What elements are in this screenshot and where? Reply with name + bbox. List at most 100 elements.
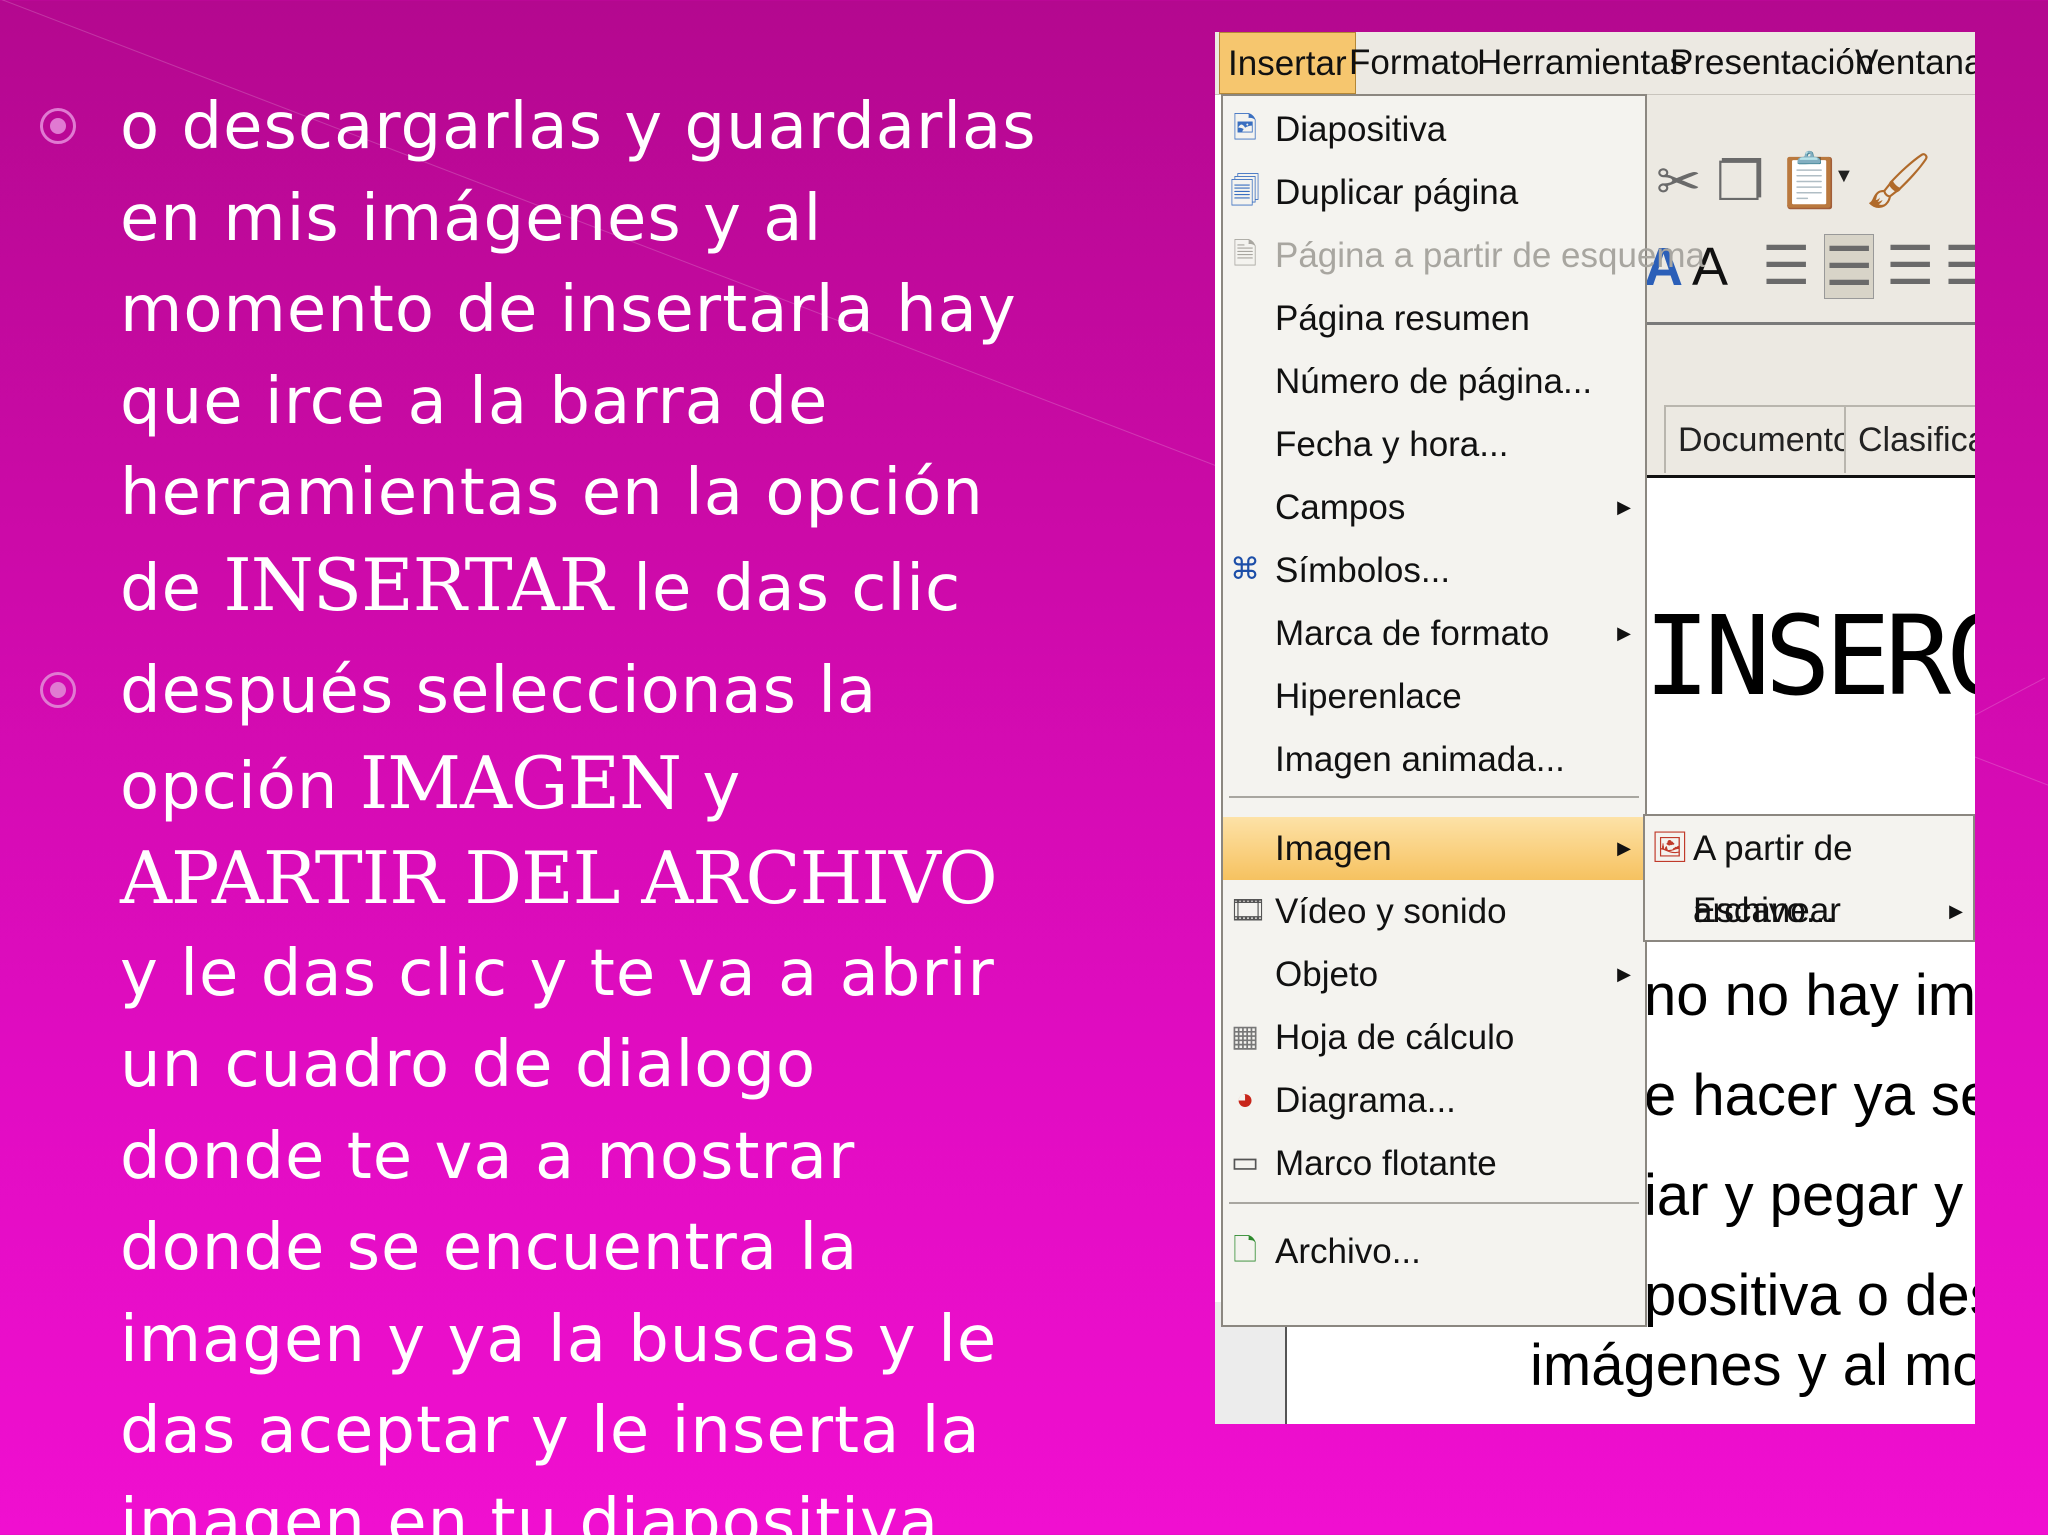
menu-item-label: Archivo... bbox=[1275, 1232, 1421, 1271]
bullet-icon bbox=[40, 672, 76, 708]
menu-separator bbox=[1229, 1202, 1639, 1204]
menu-item-label: Marco flotante bbox=[1275, 1144, 1497, 1183]
align-left-icon[interactable]: ☰ bbox=[1762, 234, 1810, 297]
menu-item-label: Página resumen bbox=[1275, 299, 1530, 338]
justify-icon[interactable]: ☰ bbox=[1944, 234, 1975, 297]
menu-item-label: Campos bbox=[1275, 488, 1406, 527]
bullet-paragraph: o descargarlas y guardarlas en mis imágen… bbox=[120, 82, 1120, 635]
brush-icon[interactable]: 🖌 bbox=[1864, 150, 1933, 213]
bullet-line: das aceptar y le inserta la bbox=[120, 1394, 981, 1468]
emphasized-keyword: IMAGEN bbox=[359, 740, 682, 825]
bullet-line: donde se encuentra la bbox=[120, 1211, 859, 1285]
bullet-line: un cuadro de dialogo bbox=[120, 1028, 817, 1102]
frame-icon: ▭ bbox=[1230, 1146, 1260, 1179]
document-text-line: iar y pegar y as bbox=[1644, 1163, 1975, 1228]
bullet-line: después seleccionas la bbox=[120, 654, 878, 728]
menu-item-marco-flotante[interactable]: ▭ Marco flotante bbox=[1223, 1132, 1645, 1195]
document-text-line: imágenes y al mome bbox=[1530, 1333, 1975, 1398]
bullet-line-text: y bbox=[681, 749, 742, 824]
document-text-line: no no hay imáge bbox=[1644, 963, 1975, 1028]
menu-item-label: Marca de formato bbox=[1275, 614, 1550, 653]
submenu-arrow-icon: ▶ bbox=[1617, 623, 1631, 643]
menu-item-imagen-animada[interactable]: Imagen animada... bbox=[1223, 728, 1645, 791]
menu-item-número-de-página[interactable]: Número de página... bbox=[1223, 350, 1645, 413]
menu-bar: Insertar Formato Herramientas Presentaci… bbox=[1215, 32, 1975, 95]
submenu-item-from-file[interactable]: 🖼 A partir de archivo... bbox=[1645, 818, 1973, 930]
menu-item-símbolos[interactable]: ⌘ Símbolos... bbox=[1223, 539, 1645, 602]
menu-item-archivo[interactable]: 🗋 Archivo... bbox=[1223, 1220, 1645, 1283]
emphasized-keyword: APARTIR DEL ARCHIVO bbox=[120, 836, 998, 920]
menu-item-objeto[interactable]: Objeto ▶ bbox=[1223, 943, 1645, 1006]
slide-icon: 🖻 bbox=[1232, 112, 1258, 145]
menu-herramientas[interactable]: Herramientas bbox=[1477, 32, 1687, 94]
menu-item-label: Número de página... bbox=[1275, 362, 1593, 401]
menu-item-diagrama[interactable]: ◕ Diagrama... bbox=[1223, 1069, 1645, 1132]
bullet-line: herramientas en la opción bbox=[120, 456, 984, 530]
cut-icon[interactable]: ✂ bbox=[1656, 150, 1701, 213]
chart-icon: ◕ bbox=[1235, 1083, 1255, 1116]
menu-item-label: Imagen animada... bbox=[1275, 740, 1565, 779]
submenu-item-label: A partir de archivo... bbox=[1693, 829, 1853, 930]
document-text-line: positiva o desca bbox=[1644, 1263, 1975, 1328]
menu-item-hiperenlace[interactable]: Hiperenlace bbox=[1223, 665, 1645, 728]
menu-item-página-resumen[interactable]: Página resumen bbox=[1223, 287, 1645, 350]
menu-item-label: Duplicar página bbox=[1275, 173, 1519, 212]
menu-separator bbox=[1229, 796, 1639, 798]
bullet-line-text: le das clic bbox=[611, 551, 962, 626]
menu-item-label: Hoja de cálculo bbox=[1275, 1018, 1515, 1057]
menu-item-label: Diapositiva bbox=[1275, 110, 1447, 149]
menu-item-label: Fecha y hora... bbox=[1275, 425, 1509, 464]
menu-item-hoja-de-cálculo[interactable]: ▦ Hoja de cálculo bbox=[1223, 1006, 1645, 1069]
menu-item-imagen[interactable]: Imagen ▶ bbox=[1223, 817, 1645, 880]
emphasized-keyword: INSERTAR bbox=[223, 542, 613, 627]
align-right-icon[interactable]: ☰ bbox=[1886, 234, 1934, 297]
bullet-line: imagen y ya la buscas y le bbox=[120, 1302, 998, 1377]
video-icon: 🎞 bbox=[1229, 894, 1268, 927]
bullet-paragraph: después seleccionas la opción IMAGEN y APA… bbox=[120, 646, 1120, 1535]
insert-menu-screenshot: Insertar Formato Herramientas Presentaci… bbox=[1215, 32, 1975, 1424]
menu-item-marca-de-formato[interactable]: Marca de formato ▶ bbox=[1223, 602, 1645, 665]
bullet-line: en mis imágenes y al bbox=[120, 181, 823, 256]
align-center-icon[interactable]: ☰ bbox=[1824, 234, 1875, 299]
outline-page-icon: 🗎 bbox=[1232, 238, 1258, 271]
menu-insertar[interactable]: Insertar bbox=[1219, 32, 1356, 94]
submenu-item-label: Escanear bbox=[1693, 891, 1841, 930]
submenu-item-scan[interactable]: Escanear ▶ bbox=[1645, 880, 1973, 942]
insert-dropdown-menu: 🖻 Diapositiva 🗐 Duplicar página 🗎 Página a pa… bbox=[1221, 94, 1705, 1327]
bullet-icon bbox=[40, 108, 76, 144]
menu-item-campos[interactable]: Campos ▶ bbox=[1223, 476, 1645, 539]
tab-documento[interactable]: Documento bbox=[1664, 405, 1866, 473]
chevron-down-icon[interactable]: ▼ bbox=[1834, 165, 1854, 188]
document-text-line: e hacer ya sea l bbox=[1644, 1063, 1975, 1128]
bullet-line-text: opción bbox=[120, 749, 360, 824]
bullet-line: APARTIR DEL ARCHIVO bbox=[120, 833, 1120, 929]
copy-icon[interactable]: ❐ bbox=[1716, 150, 1764, 213]
bullet-line: donde te va a mostrar bbox=[120, 1119, 856, 1194]
spreadsheet-icon: ▦ bbox=[1230, 1020, 1260, 1053]
menu-item-página-a-partir-de-esquema: 🗎 Página a partir de esquema bbox=[1223, 224, 1705, 287]
menu-item-fecha-y-hora[interactable]: Fecha y hora... bbox=[1223, 413, 1645, 476]
menu-item-diapositiva[interactable]: 🖻 Diapositiva bbox=[1223, 98, 1645, 161]
menu-presentacion[interactable]: Presentación bbox=[1670, 32, 1874, 94]
slide-text: o descargarlas y guardarlas en mis imágen… bbox=[0, 0, 1180, 1535]
bullet-line-text: de bbox=[120, 551, 224, 626]
menu-item-label: Vídeo y sonido bbox=[1275, 892, 1507, 931]
menu-item-label: Símbolos... bbox=[1275, 551, 1451, 590]
menu-item-duplicar-página[interactable]: 🗐 Duplicar página bbox=[1223, 161, 1645, 224]
menu-item-vídeo-y-sonido[interactable]: 🎞 Vídeo y sonido bbox=[1223, 880, 1645, 943]
menu-item-label: Objeto bbox=[1275, 955, 1379, 994]
submenu-arrow-icon: ▶ bbox=[1617, 964, 1631, 984]
menu-item-label: Imagen bbox=[1275, 829, 1392, 868]
tab-row: Documento Clasificac bbox=[1644, 325, 1975, 478]
bullet-line: imagen en tu diapositiva bbox=[120, 1485, 940, 1535]
tab-clasificacion[interactable]: Clasificac bbox=[1844, 405, 1975, 473]
bullet-line: o descargarlas y guardarlas bbox=[120, 90, 1037, 164]
slide-title-text: INSERCIÓ bbox=[1644, 592, 1975, 720]
duplicate-page-icon: 🗐 bbox=[1230, 175, 1260, 208]
image-submenu: 🖼 A partir de archivo... Escanear ▶ bbox=[1643, 814, 1975, 942]
menu-ventana[interactable]: Ventana bbox=[1855, 32, 1975, 94]
submenu-arrow-icon: ▶ bbox=[1949, 901, 1963, 921]
menu-item-label: Diagrama... bbox=[1275, 1081, 1456, 1120]
bullet-line: y le das clic y te va a abrir bbox=[120, 936, 995, 1011]
menu-formato[interactable]: Formato bbox=[1349, 32, 1479, 94]
